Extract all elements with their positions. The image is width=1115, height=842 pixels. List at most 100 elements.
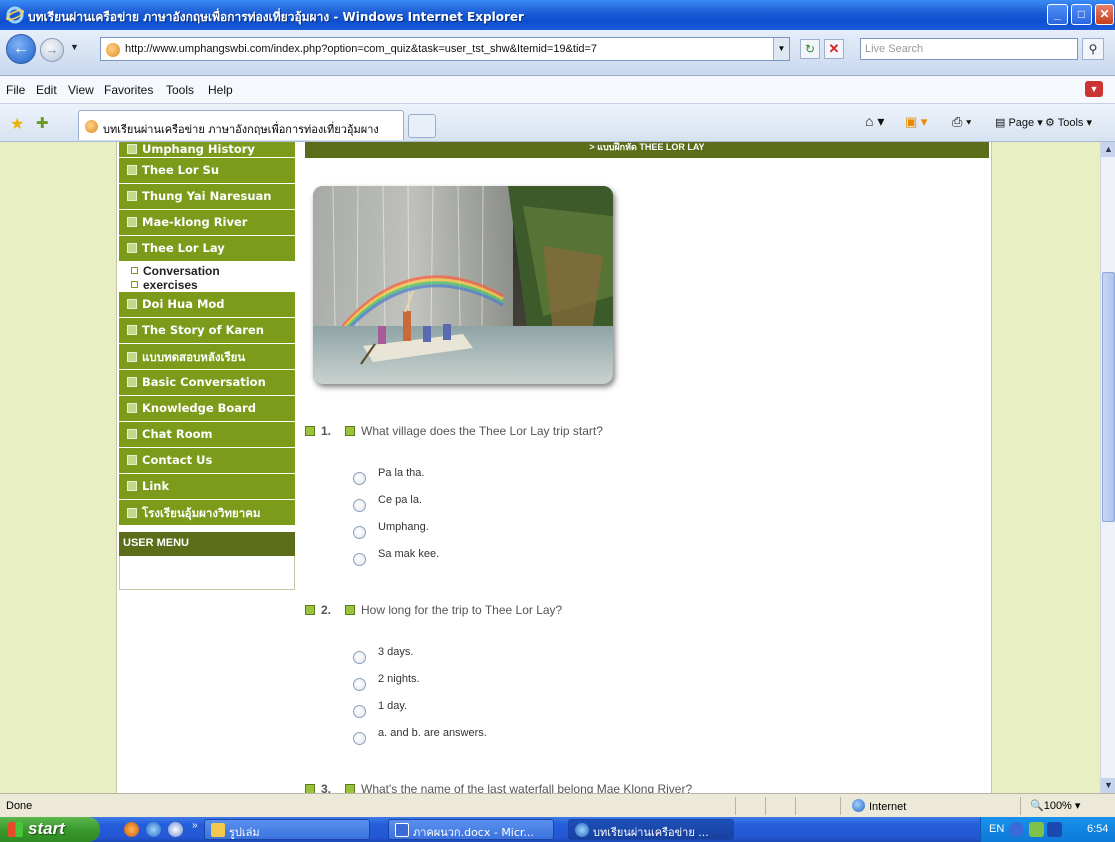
option-q2-b[interactable]: 2 nights. — [353, 673, 420, 691]
option-q1-b[interactable]: Ce pa la. — [353, 494, 422, 512]
question-bullet-icon — [345, 784, 355, 793]
task-ie[interactable]: บทเรียนผ่านเครือข่าย ... — [568, 819, 734, 840]
forward-button[interactable]: → — [40, 38, 64, 62]
history-dropdown-icon[interactable]: ▼ — [70, 42, 79, 52]
sidebar-item-contact-us[interactable]: Contact Us — [119, 448, 295, 474]
home-icon[interactable]: ⌂ ▾ — [865, 113, 884, 130]
page-menu-button[interactable]: ▤ Page ▾ — [995, 116, 1043, 129]
word-icon — [395, 823, 409, 837]
maximize-button[interactable]: □ — [1071, 4, 1092, 25]
ie-quicklaunch-icon[interactable] — [146, 822, 161, 837]
language-indicator[interactable]: EN — [989, 823, 1004, 835]
menu-help[interactable]: Help — [208, 83, 233, 97]
sidebar-item-story-of-karen[interactable]: The Story of Karen — [119, 318, 295, 344]
sidebar-item-school[interactable]: โรงเรียนอุ้มผางวิทยาคม — [119, 500, 295, 526]
menu-edit[interactable]: Edit — [36, 83, 57, 97]
scroll-up-icon[interactable]: ▲ — [1101, 142, 1115, 157]
refresh-button[interactable]: ↻ — [800, 39, 820, 59]
sidebar-item-post-test[interactable]: แบบทดสอบหลังเรียน — [119, 344, 295, 370]
sidebar-subitem-conversation[interactable]: Conversation — [117, 264, 297, 278]
add-favorite-icon[interactable]: ✚ — [36, 114, 49, 132]
sidebar-item-chat-room[interactable]: Chat Room — [119, 422, 295, 448]
menu-file[interactable]: File — [6, 83, 25, 97]
sidebar-item-thee-lor-su[interactable]: Thee Lor Su — [119, 158, 295, 184]
stop-button[interactable]: ✕ — [824, 39, 844, 59]
radio-button[interactable] — [353, 651, 366, 664]
menu-tools[interactable]: Tools — [166, 83, 194, 97]
radio-button[interactable] — [353, 472, 366, 485]
option-q1-c[interactable]: Umphang. — [353, 521, 429, 539]
sidebar-item-doi-hua-mod[interactable]: Doi Hua Mod — [119, 292, 295, 318]
task-label: ภาคผนวก.docx - Micr... — [413, 826, 534, 839]
radio-button[interactable] — [353, 678, 366, 691]
radio-button[interactable] — [353, 499, 366, 512]
tray-arrow-icon[interactable] — [1009, 822, 1024, 837]
tools-menu-button[interactable]: ⚙ Tools ▾ — [1045, 116, 1092, 129]
zoom-control[interactable]: 🔍100% ▾ — [1030, 799, 1080, 812]
sidebar-item-mae-klong[interactable]: Mae-klong River — [119, 210, 295, 236]
scroll-thumb[interactable] — [1102, 272, 1115, 522]
sidebar-item-basic-conversation[interactable]: Basic Conversation — [119, 370, 295, 396]
radio-button[interactable] — [353, 705, 366, 718]
ie-logo-icon — [6, 6, 24, 24]
network-icon[interactable] — [1029, 822, 1044, 837]
sidebar-item-umphang-history[interactable]: Umphang History — [119, 142, 295, 158]
close-button[interactable]: ✕ — [1095, 4, 1114, 25]
bullet-square-icon — [127, 377, 137, 387]
print-icon[interactable]: ⎙ ▾ — [952, 114, 971, 130]
sidebar-subitem-exercises[interactable]: exercises — [117, 278, 297, 292]
firefox-icon[interactable] — [124, 822, 139, 837]
option-q1-d[interactable]: Sa mak kee. — [353, 548, 439, 566]
search-input[interactable]: Live Search — [860, 38, 1078, 60]
search-icon[interactable]: ⚲ — [1082, 38, 1104, 60]
radio-button[interactable] — [353, 732, 366, 745]
tab-favicon-icon — [85, 120, 98, 133]
tab-active[interactable]: บทเรียนผ่านเครือข่าย ภาษาอังกฤษเพื่อการท… — [78, 110, 404, 140]
sidebar-item-label: Chat Room — [142, 427, 213, 441]
start-button[interactable]: start — [0, 817, 100, 842]
minimize-button[interactable]: _ — [1047, 4, 1068, 25]
start-label: start — [28, 819, 65, 838]
vertical-scrollbar[interactable]: ▲ ▼ — [1100, 142, 1115, 793]
sidebar-item-label: โรงเรียนอุ้มผางวิทยาคม — [142, 506, 261, 520]
sidebar-item-link[interactable]: Link — [119, 474, 295, 500]
sidebar-item-knowledge-board[interactable]: Knowledge Board — [119, 396, 295, 422]
option-q2-d[interactable]: a. and b. are answers. — [353, 727, 487, 745]
sidebar-item-label: Contact Us — [142, 453, 213, 467]
task-folder[interactable]: รูปเล่ม — [204, 819, 370, 840]
address-bar: ← → ▼ http://www.umphangswbi.com/index.p… — [0, 30, 1115, 76]
favorites-star-icon[interactable]: ★ — [10, 114, 24, 134]
page-header-bar: > แบบฝึกหัด THEE LOR LAY — [305, 142, 989, 158]
menu-favorites[interactable]: Favorites — [104, 83, 153, 97]
radio-button[interactable] — [353, 553, 366, 566]
task-word[interactable]: ภาคผนวก.docx - Micr... — [388, 819, 554, 840]
feeds-icon[interactable]: ▣ ▾ — [905, 114, 927, 130]
status-text: Done — [6, 800, 33, 812]
sidebar-item-thee-lor-lay[interactable]: Thee Lor Lay — [119, 236, 295, 262]
status-divider — [1020, 797, 1021, 815]
waterfall-image — [313, 186, 613, 384]
addon-icon[interactable]: ▼ — [1085, 81, 1103, 97]
status-divider — [735, 797, 736, 815]
option-q2-c[interactable]: 1 day. — [353, 700, 407, 718]
option-q1-a[interactable]: Pa la tha. — [353, 467, 424, 485]
radio-button[interactable] — [353, 526, 366, 539]
globe-icon — [852, 799, 865, 812]
web-page: Umphang History Thee Lor Su Thung Yai Na… — [116, 142, 992, 793]
url-input[interactable]: http://www.umphangswbi.com/index.php?opt… — [100, 37, 790, 61]
new-tab-button[interactable] — [408, 114, 436, 138]
tray-app-icon[interactable] — [1047, 822, 1062, 837]
bullet-square-icon — [127, 165, 137, 175]
sidebar-item-thung-yai[interactable]: Thung Yai Naresuan — [119, 184, 295, 210]
back-button[interactable]: ← — [6, 34, 36, 64]
url-dropdown-icon[interactable]: ▼ — [773, 38, 789, 60]
desktop-icon[interactable] — [168, 822, 183, 837]
scroll-down-icon[interactable]: ▼ — [1101, 778, 1115, 793]
title-bar[interactable]: บทเรียนผ่านเครือข่าย ภาษาอังกฤษเพื่อการท… — [0, 0, 1115, 30]
tools-menu-label: Tools — [1057, 117, 1084, 129]
security-zone[interactable]: Internet — [852, 799, 906, 813]
sidebar-item-label: Mae-klong River — [142, 215, 248, 229]
option-q2-a[interactable]: 3 days. — [353, 646, 413, 664]
quicklaunch-more-icon[interactable]: » — [192, 820, 198, 831]
menu-view[interactable]: View — [68, 83, 94, 97]
